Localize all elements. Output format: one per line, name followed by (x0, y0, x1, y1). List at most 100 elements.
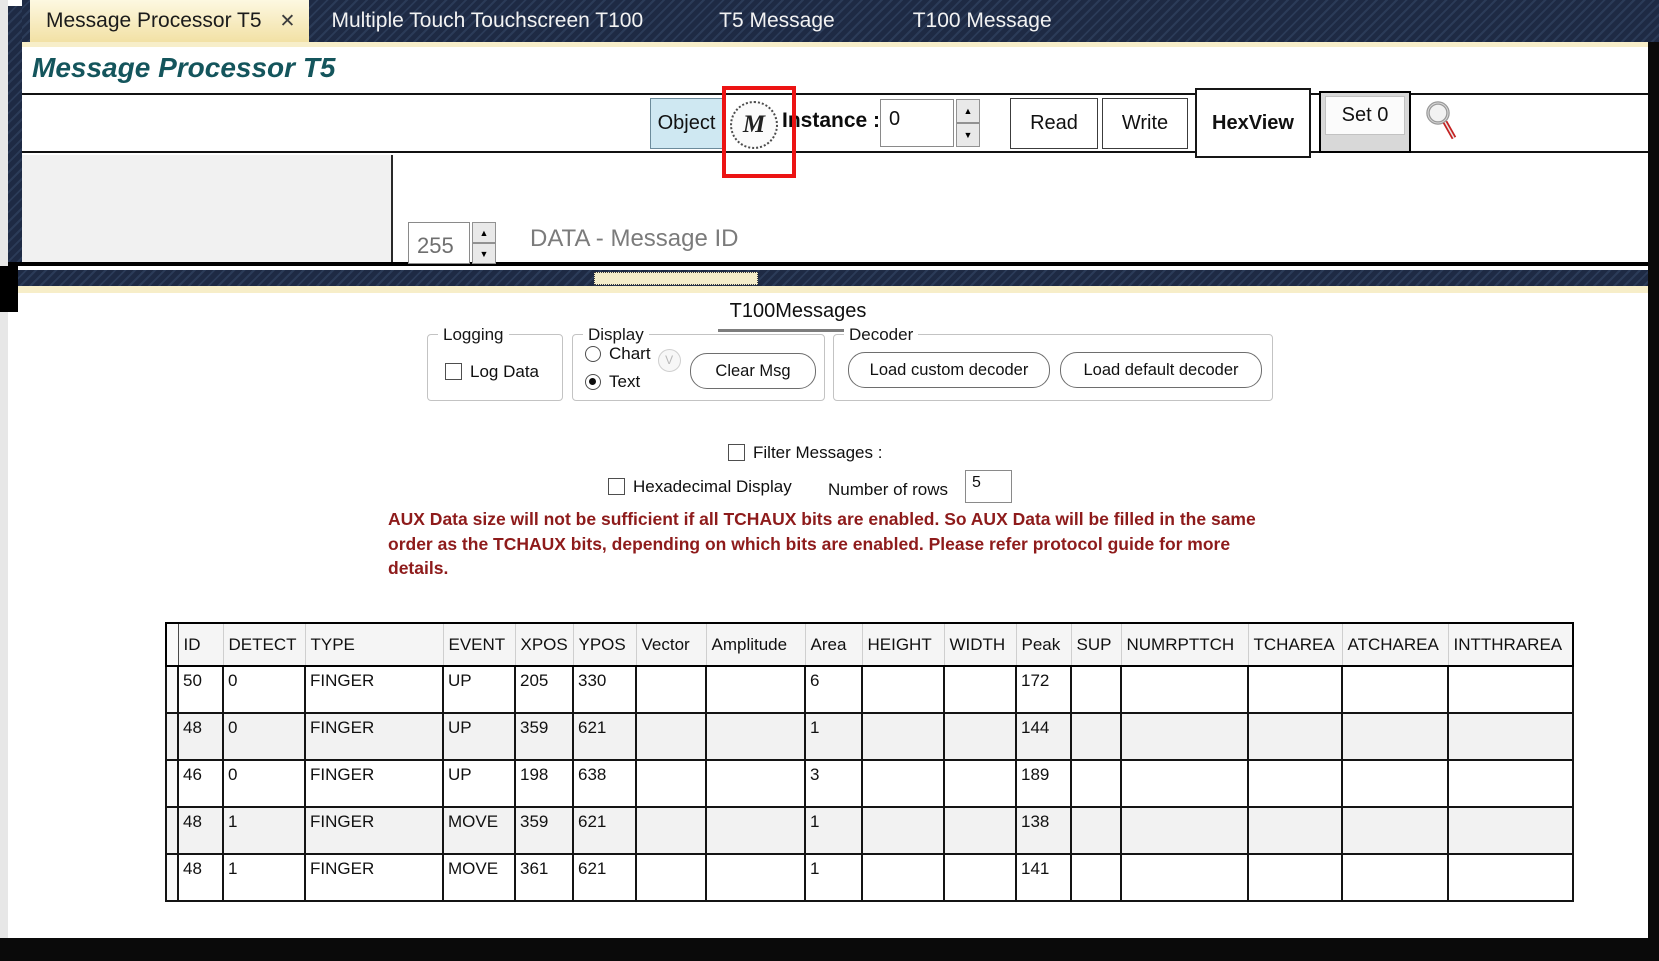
table-cell[interactable]: 50 (178, 666, 223, 713)
table-cell[interactable] (1248, 854, 1342, 901)
table-cell[interactable]: 48 (178, 854, 223, 901)
table-row[interactable]: 481FINGERMOVE3616211141 (166, 854, 1573, 901)
table-cell[interactable] (862, 713, 944, 760)
table-row[interactable]: 481FINGERMOVE3596211138 (166, 807, 1573, 854)
table-cell[interactable] (636, 854, 706, 901)
column-header[interactable]: HEIGHT (862, 623, 944, 666)
table-cell[interactable] (1342, 854, 1448, 901)
table-cell[interactable]: 621 (573, 807, 636, 854)
table-cell[interactable] (1121, 760, 1248, 807)
instance-input[interactable]: 0 (880, 99, 954, 147)
tab-t100-message[interactable]: T100 Message (903, 0, 1062, 42)
table-cell[interactable]: 1 (223, 807, 305, 854)
table-cell[interactable]: 198 (515, 760, 573, 807)
table-cell[interactable]: UP (443, 760, 515, 807)
load-custom-decoder-button[interactable]: Load custom decoder (848, 352, 1050, 388)
table-cell[interactable]: 3 (805, 760, 862, 807)
column-header[interactable]: ID (178, 623, 223, 666)
table-cell[interactable] (1342, 713, 1448, 760)
table-cell[interactable] (706, 760, 805, 807)
column-header[interactable]: Vector (636, 623, 706, 666)
table-cell[interactable] (706, 854, 805, 901)
table-cell[interactable]: 189 (1016, 760, 1071, 807)
table-cell[interactable]: 638 (573, 760, 636, 807)
log-data-checkbox[interactable] (445, 363, 462, 380)
table-cell[interactable]: 48 (178, 713, 223, 760)
table-cell[interactable] (1071, 854, 1121, 901)
table-cell[interactable] (1248, 666, 1342, 713)
number-of-rows-input[interactable]: 5 (965, 470, 1012, 503)
table-cell[interactable] (1121, 713, 1248, 760)
table-cell[interactable] (862, 807, 944, 854)
table-cell[interactable]: 1 (805, 713, 862, 760)
table-cell[interactable] (1248, 713, 1342, 760)
table-cell[interactable] (862, 666, 944, 713)
table-cell[interactable]: 359 (515, 807, 573, 854)
table-cell[interactable] (636, 807, 706, 854)
close-icon[interactable]: ✕ (280, 12, 296, 31)
column-header[interactable]: SUP (1071, 623, 1121, 666)
table-cell[interactable]: FINGER (305, 760, 443, 807)
table-cell[interactable] (1071, 807, 1121, 854)
table-cell[interactable] (1448, 854, 1573, 901)
table-cell[interactable] (862, 854, 944, 901)
table-cell[interactable]: 361 (515, 854, 573, 901)
spin-up-icon[interactable]: ▲ (472, 222, 496, 243)
table-cell[interactable]: MOVE (443, 807, 515, 854)
write-button[interactable]: Write (1102, 98, 1188, 149)
table-cell[interactable] (944, 666, 1016, 713)
clear-msg-button[interactable]: Clear Msg (690, 353, 816, 389)
table-cell[interactable] (1121, 854, 1248, 901)
column-header[interactable]: INTTHRAREA (1448, 623, 1573, 666)
table-cell[interactable] (1071, 713, 1121, 760)
table-row[interactable]: 500FINGERUP2053306172 (166, 666, 1573, 713)
table-cell[interactable] (862, 760, 944, 807)
table-cell[interactable] (1448, 807, 1573, 854)
object-button[interactable]: Object (650, 98, 723, 149)
table-cell[interactable] (706, 807, 805, 854)
table-cell[interactable]: FINGER (305, 807, 443, 854)
column-header[interactable]: NUMRPTTCH (1121, 623, 1248, 666)
table-cell[interactable]: 0 (223, 666, 305, 713)
table-cell[interactable] (1448, 760, 1573, 807)
column-header[interactable]: Amplitude (706, 623, 805, 666)
column-header[interactable]: Area (805, 623, 862, 666)
table-cell[interactable]: UP (443, 713, 515, 760)
table-cell[interactable]: 1 (805, 854, 862, 901)
search-icon[interactable] (1422, 99, 1462, 145)
text-radio[interactable] (585, 374, 601, 390)
table-cell[interactable]: 172 (1016, 666, 1071, 713)
message-id-input[interactable]: 255 (408, 222, 470, 264)
column-header[interactable]: TCHAREA (1248, 623, 1342, 666)
table-cell[interactable]: FINGER (305, 854, 443, 901)
table-cell[interactable] (1342, 760, 1448, 807)
table-cell[interactable]: 48 (178, 807, 223, 854)
table-cell[interactable]: 330 (573, 666, 636, 713)
table-cell[interactable] (944, 760, 1016, 807)
table-cell[interactable]: 0 (223, 760, 305, 807)
table-cell[interactable]: 1 (805, 807, 862, 854)
table-cell[interactable] (1121, 807, 1248, 854)
tab-t5-message[interactable]: T5 Message (709, 0, 845, 42)
table-cell[interactable]: UP (443, 666, 515, 713)
table-cell[interactable] (1448, 666, 1573, 713)
column-header[interactable]: YPOS (573, 623, 636, 666)
tab-multiple-touch-touchscreen-t100[interactable]: Multiple Touch Touchscreen T100 (321, 0, 653, 42)
table-cell[interactable]: 621 (573, 713, 636, 760)
table-cell[interactable] (944, 713, 1016, 760)
filter-messages-checkbox[interactable] (728, 444, 745, 461)
table-cell[interactable] (706, 713, 805, 760)
read-button[interactable]: Read (1010, 98, 1098, 149)
column-header[interactable]: WIDTH (944, 623, 1016, 666)
column-header[interactable]: ATCHAREA (1342, 623, 1448, 666)
table-cell[interactable]: 1 (223, 854, 305, 901)
tab-message-processor-t5[interactable]: Message Processor T5 ✕ (30, 0, 309, 42)
table-cell[interactable] (1248, 807, 1342, 854)
column-header[interactable]: TYPE (305, 623, 443, 666)
column-header[interactable]: Peak (1016, 623, 1071, 666)
table-cell[interactable] (636, 713, 706, 760)
column-header[interactable]: XPOS (515, 623, 573, 666)
table-cell[interactable] (1071, 666, 1121, 713)
table-cell[interactable]: 46 (178, 760, 223, 807)
table-cell[interactable]: 141 (1016, 854, 1071, 901)
